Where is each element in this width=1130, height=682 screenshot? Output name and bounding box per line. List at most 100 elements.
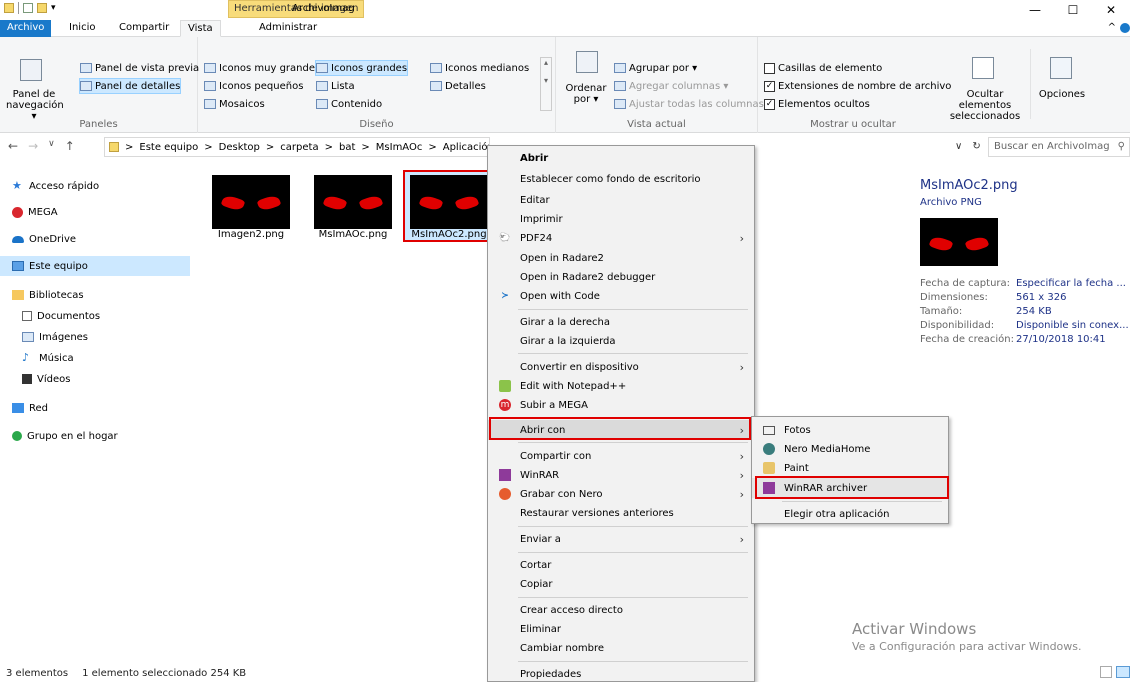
menu-item-delete[interactable]: Eliminar [488, 619, 754, 639]
layout-large-icons[interactable]: Iconos grandes [314, 60, 409, 76]
help-icon[interactable] [1120, 23, 1130, 33]
menu-item-send-to[interactable]: Enviar a › [488, 529, 754, 549]
minimize-button[interactable]: — [1016, 0, 1054, 20]
layout-content[interactable]: Contenido [316, 97, 382, 111]
menu-item-open[interactable]: Abrir [488, 148, 754, 168]
submenu-item-choose-app[interactable]: Elegir otra aplicación [752, 504, 948, 524]
file-name-label[interactable]: Imagen2.png [206, 229, 296, 240]
fit-columns-button[interactable]: Ajustar todas las columnas [614, 97, 764, 111]
address-dropdown-icon[interactable]: ∨ [955, 141, 962, 152]
menu-item-rotate-right[interactable]: Girar a la derecha [488, 312, 754, 332]
customize-dropdown-icon[interactable]: ▾ [51, 3, 56, 13]
options-button[interactable]: Opciones [1038, 89, 1086, 100]
hidden-items-checkbox[interactable]: ✓ [764, 98, 775, 110]
layout-details[interactable]: Detalles [430, 79, 486, 93]
menu-item-print[interactable]: Imprimir [488, 209, 754, 229]
nav-item-this-pc[interactable]: Este equipo [0, 256, 190, 276]
menu-item-create-shortcut[interactable]: Crear acceso directo [488, 600, 754, 620]
back-arrow-icon[interactable]: ← [8, 139, 18, 153]
menu-item-cut[interactable]: Cortar [488, 555, 754, 575]
close-button[interactable]: ✕ [1092, 0, 1130, 20]
breadcrumb-this-pc[interactable]: Este equipo [139, 142, 198, 153]
forward-arrow-icon[interactable]: → [28, 139, 38, 153]
file-name-label[interactable]: MsImAOc.png [308, 229, 398, 240]
nav-item-mega[interactable]: MEGA [12, 202, 58, 222]
preview-pane-button[interactable]: Panel de vista previa [80, 61, 199, 75]
add-columns-button[interactable]: Agregar columnas ▾ [614, 79, 728, 93]
breadcrumb-aplicacion[interactable]: Aplicación [443, 142, 489, 153]
layout-very-large-icons[interactable]: Iconos muy grandes [204, 61, 320, 75]
nav-item-network[interactable]: Red [12, 398, 48, 418]
nav-item-onedrive[interactable]: OneDrive [12, 229, 76, 249]
details-pane-button[interactable]: Panel de detalles [78, 78, 182, 94]
folder-icon[interactable] [4, 3, 14, 13]
large-icons-view-icon[interactable] [1116, 666, 1130, 678]
item-checkboxes-checkbox[interactable] [764, 62, 775, 74]
menu-item-share-with[interactable]: Compartir con › [488, 446, 754, 466]
file-extensions-checkbox[interactable]: ✓ [764, 80, 775, 92]
layout-tiles[interactable]: Mosaicos [204, 97, 265, 111]
maximize-button[interactable]: ☐ [1054, 0, 1092, 20]
nav-item-videos[interactable]: Vídeos [22, 369, 70, 389]
file-extensions-toggle[interactable]: ✓ Extensiones de nombre de archivo [764, 79, 951, 93]
nav-item-libraries[interactable]: Bibliotecas [12, 285, 84, 305]
tab-share[interactable]: Compartir [112, 20, 176, 37]
hide-selected-button[interactable]: Ocultar elementos seleccionados [945, 89, 1025, 122]
layout-small-icons[interactable]: Iconos pequeños [204, 79, 303, 93]
nav-item-pictures[interactable]: Imágenes [22, 327, 88, 347]
menu-item-open-with-code[interactable]: ≻ Open with Code [488, 286, 754, 306]
menu-item-copy[interactable]: Copiar [488, 574, 754, 594]
tab-home[interactable]: Inicio [62, 20, 102, 37]
menu-item-rename[interactable]: Cambiar nombre [488, 638, 754, 658]
breadcrumb-separator[interactable]: > [361, 142, 369, 153]
breadcrumb-separator[interactable]: > [325, 142, 333, 153]
menu-item-winrar[interactable]: WinRAR › [488, 465, 754, 485]
tab-view[interactable]: Vista [180, 20, 221, 37]
nav-item-quick-access[interactable]: ★ Acceso rápido [12, 176, 99, 196]
submenu-item-photos[interactable]: Fotos [752, 420, 948, 440]
breadcrumb-carpeta[interactable]: carpeta [280, 142, 318, 153]
ribbon-collapse-icon[interactable]: ^ [1108, 22, 1116, 33]
menu-item-radare2[interactable]: Open in Radare2 [488, 248, 754, 268]
properties-icon[interactable] [23, 3, 33, 13]
breadcrumb-separator[interactable]: > [204, 142, 212, 153]
layout-medium-icons[interactable]: Iconos medianos [430, 61, 529, 75]
refresh-icon[interactable]: ↻ [972, 141, 980, 152]
breadcrumb-bat[interactable]: bat [339, 142, 355, 153]
menu-item-edit[interactable]: Editar [488, 190, 754, 210]
hidden-items-toggle[interactable]: ✓ Elementos ocultos [764, 97, 870, 111]
breadcrumb-separator[interactable]: > [428, 142, 436, 153]
menu-item-restore-versions[interactable]: Restaurar versiones anteriores [488, 503, 754, 523]
nav-item-homegroup[interactable]: Grupo en el hogar [12, 426, 118, 446]
submenu-item-paint[interactable]: Paint [752, 458, 948, 478]
breadcrumb-desktop[interactable]: Desktop [219, 142, 260, 153]
menu-item-properties[interactable]: Propiedades [488, 664, 754, 682]
details-view-icon[interactable] [1100, 666, 1112, 678]
menu-item-pdf24[interactable]: 🐑 PDF24 › [488, 228, 754, 248]
sort-by-button[interactable]: Ordenar por ▾ [562, 83, 610, 105]
menu-item-rotate-left[interactable]: Girar a la izquierda [488, 331, 754, 351]
breadcrumb-msimaoc[interactable]: MsImAOc [376, 142, 423, 153]
menu-item-set-wallpaper[interactable]: Establecer como fondo de escritorio [488, 169, 754, 189]
details-value[interactable]: Especificar la fecha ... [1016, 278, 1126, 289]
nav-item-music[interactable]: ♪ Música [22, 348, 74, 368]
layout-list[interactable]: Lista [316, 79, 355, 93]
breadcrumb-separator[interactable]: > [125, 142, 133, 153]
tab-manage[interactable]: Administrar [252, 20, 324, 37]
layout-scroll[interactable]: ▴ ▾ [540, 57, 552, 111]
breadcrumb[interactable]: > Este equipo > Desktop > carpeta > bat … [104, 137, 490, 157]
menu-item-notepadpp[interactable]: Edit with Notepad++ [488, 376, 754, 396]
menu-item-upload-mega[interactable]: m Subir a MEGA [488, 395, 754, 415]
recent-dropdown-icon[interactable]: ∨ [48, 139, 55, 153]
menu-item-cast-to-device[interactable]: Convertir en dispositivo › [488, 357, 754, 377]
item-checkboxes-toggle[interactable]: Casillas de elemento [764, 61, 882, 75]
up-arrow-icon[interactable]: ↑ [65, 139, 75, 153]
group-by-button[interactable]: Agrupar por ▾ [614, 61, 697, 75]
search-box[interactable]: Buscar en ArchivoImag ⚲ [988, 137, 1130, 157]
new-folder-icon[interactable] [37, 3, 47, 13]
nav-item-documents[interactable]: Documentos [22, 306, 100, 326]
menu-item-radare2-debugger[interactable]: Open in Radare2 debugger [488, 267, 754, 287]
submenu-item-nero-mediahome[interactable]: Nero MediaHome [752, 439, 948, 459]
file-item-msimaoc[interactable] [314, 175, 392, 229]
menu-item-burn-nero[interactable]: Grabar con Nero › [488, 484, 754, 504]
